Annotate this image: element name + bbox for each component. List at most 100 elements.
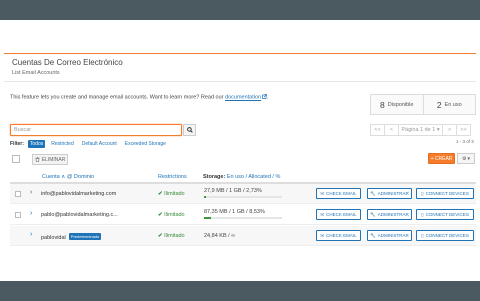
available-count: 8 <box>380 99 385 110</box>
top-chrome-bar <box>0 0 480 20</box>
check-email-label: CHECK EMAIL <box>326 233 357 238</box>
manage-label: ADMINISTRAR <box>377 233 409 238</box>
intro-description: This feature lets you create and manage … <box>10 94 224 101</box>
stat-used: 2 En uso <box>422 95 476 114</box>
prev-page-button[interactable]: < <box>384 124 399 136</box>
usage-bar <box>204 217 282 219</box>
page-header: Cuentas De Correo Electrónico List Email… <box>4 54 476 82</box>
filter-label: Filter: <box>10 141 24 147</box>
storage-usage: 87,35 MB / 1 GB / 8,53% <box>204 209 265 215</box>
check-icon: ✔ <box>158 233 163 239</box>
envelope-icon: ✉ <box>320 190 325 196</box>
page-subtitle: List Email Accounts <box>12 70 60 76</box>
connect-devices-label: CONNECT DEVICES <box>425 233 469 238</box>
connect-devices-label: CONNECT DEVICES <box>425 191 469 196</box>
phone-icon: ▯ <box>421 211 424 217</box>
expand-chevron-icon[interactable]: › <box>30 210 32 217</box>
first-page-button[interactable]: << <box>370 124 385 136</box>
select-all-checkbox[interactable] <box>12 155 20 163</box>
chevron-down-icon: ▾ <box>436 127 440 133</box>
check-email-button[interactable]: ✉ CHECK EMAIL <box>316 230 361 241</box>
results-range: 1 - 3 of 3 <box>456 139 474 144</box>
table-header: Cuenta ∧ @ Dominio Restrictions Storage:… <box>10 172 476 184</box>
table-row: › pablo@pablovidalmarketing.c... ✔ Ilimi… <box>10 205 476 225</box>
check-email-button[interactable]: ✉ CHECK EMAIL <box>316 188 361 199</box>
page-info: Página 1 de 1 <box>401 127 436 133</box>
delete-label: ELIMINAR <box>41 156 66 163</box>
manage-label: ADMINISTRAR <box>377 191 409 196</box>
restriction-status: ✔ Ilimitado <box>158 233 185 239</box>
table-row: › pablovidal Predeterminado ✔ Ilimitado 2… <box>10 226 476 246</box>
wrench-icon: 🔧 <box>370 211 376 217</box>
filter-exceeded-storage[interactable]: Exceeded Storage <box>123 140 168 148</box>
column-account[interactable]: Cuenta ∧ @ Dominio <box>42 174 94 180</box>
phone-icon: ▯ <box>421 190 424 196</box>
search-button[interactable] <box>183 124 196 136</box>
intro-period: . <box>267 94 269 101</box>
search-icon <box>186 127 193 133</box>
page-select[interactable]: Página 1 de 1 ▾ <box>398 124 443 136</box>
gear-icon: ⚙ <box>462 155 467 162</box>
usage-bar-fill <box>204 217 211 219</box>
storage-prefix: Storage: <box>203 174 226 180</box>
manage-label: ADMINISTRAR <box>377 212 409 217</box>
next-page-button[interactable]: > <box>442 124 457 136</box>
expand-chevron-icon[interactable]: › <box>30 189 32 196</box>
filter-bar: Filter: Todos Restricted Default Account… <box>10 140 168 148</box>
column-storage: Storage: En uso / Allocated / % <box>203 174 280 180</box>
bottom-chrome-bar <box>0 281 480 301</box>
column-restrictions[interactable]: Restrictions <box>158 174 187 180</box>
phone-icon: ▯ <box>421 232 424 238</box>
connect-devices-button[interactable]: ▯ CONNECT DEVICES <box>416 188 474 199</box>
row-checkbox[interactable] <box>15 191 21 197</box>
account-email: info@pablovidalmarketing.com <box>41 191 117 197</box>
account-name: pablovidal Predeterminado <box>41 233 102 241</box>
restriction-status: ✔ Ilimitado <box>158 191 185 197</box>
intro-text: This feature lets you create and manage … <box>10 94 269 101</box>
restriction-label: Ilimitado <box>164 212 185 218</box>
filter-default-account[interactable]: Default Account <box>80 140 119 148</box>
delete-button[interactable]: ELIMINAR <box>32 154 68 165</box>
search-input[interactable] <box>10 124 182 136</box>
manage-button[interactable]: 🔧 ADMINISTRAR <box>367 188 412 199</box>
usage-bar-fill <box>204 196 207 198</box>
manage-button[interactable]: 🔧 ADMINISTRAR <box>367 230 412 241</box>
connect-devices-label: CONNECT DEVICES <box>425 212 469 217</box>
storage-usage: 24,84 KB / ∞ <box>204 233 236 239</box>
page-title: Cuentas De Correo Electrónico <box>12 58 123 67</box>
storage-sort-link[interactable]: En uso / Allocated / % <box>227 174 281 180</box>
storage-usage: 27,9 MB / 1 GB / 2,73% <box>204 188 262 194</box>
manage-button[interactable]: 🔧 ADMINISTRAR <box>367 209 412 220</box>
row-checkbox[interactable] <box>15 212 21 218</box>
default-badge: Predeterminado <box>68 233 102 240</box>
connect-devices-button[interactable]: ▯ CONNECT DEVICES <box>416 209 474 220</box>
create-button[interactable]: + CREAR <box>428 153 455 164</box>
trash-icon <box>35 157 40 162</box>
restriction-label: Ilimitado <box>164 191 185 197</box>
wrench-icon: 🔧 <box>370 232 376 238</box>
restriction-label: Ilimitado <box>164 233 185 239</box>
check-email-button[interactable]: ✉ CHECK EMAIL <box>316 209 361 220</box>
stat-available: 8 Disponible <box>371 95 423 114</box>
used-label: En uso <box>444 101 462 108</box>
pagination: << < Página 1 de 1 ▾ > >> <box>370 124 471 136</box>
check-email-label: CHECK EMAIL <box>326 191 357 196</box>
check-email-label: CHECK EMAIL <box>326 212 357 217</box>
connect-devices-button[interactable]: ▯ CONNECT DEVICES <box>416 230 474 241</box>
account-username: pablovidal <box>41 235 66 241</box>
filter-all[interactable]: Todos <box>27 140 46 148</box>
last-page-button[interactable]: >> <box>456 124 471 136</box>
filter-restricted[interactable]: Restricted <box>49 140 76 148</box>
used-count: 2 <box>436 99 442 110</box>
restriction-status: ✔ Ilimitado <box>158 212 185 218</box>
documentation-link[interactable]: documentation <box>225 95 261 101</box>
table-row: › info@pablovidalmarketing.com ✔ Ilimita… <box>10 184 476 204</box>
usage-bar <box>204 196 282 198</box>
envelope-icon: ✉ <box>320 232 325 238</box>
wrench-icon: 🔧 <box>370 190 376 196</box>
account-stats: 8 Disponible 2 En uso <box>370 94 476 115</box>
settings-dropdown[interactable]: ⚙ ▾ <box>457 153 475 164</box>
envelope-icon: ✉ <box>320 211 325 217</box>
expand-chevron-icon[interactable]: › <box>30 231 32 238</box>
check-icon: ✔ <box>158 191 163 197</box>
